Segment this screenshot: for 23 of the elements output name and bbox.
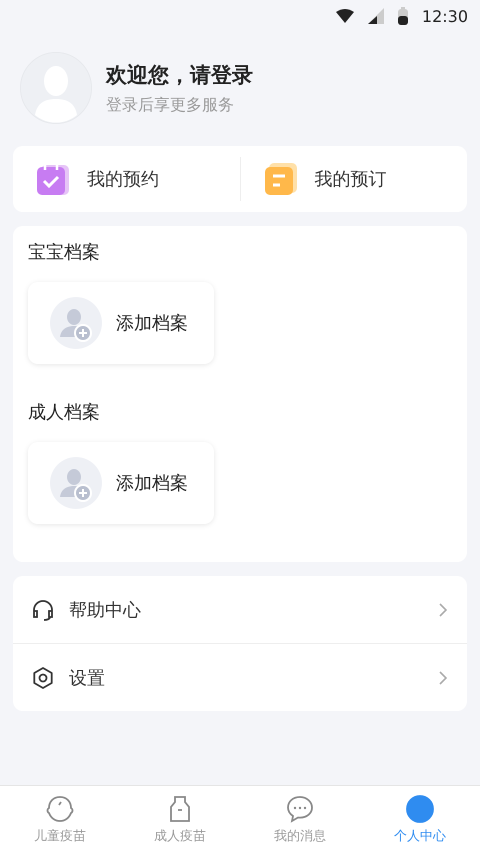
shortcut-link[interactable]: 我的预订 [314,167,386,191]
login-prompt[interactable]: 欢迎您，请登录 [106,60,253,88]
menu-item[interactable]: 帮助中心 [69,598,425,622]
login-hint: 登录后享更多服务 [106,94,235,116]
chat-bubble-icon [285,794,315,824]
battery-icon [398,7,408,25]
chevron-icon [439,670,447,684]
add-person-icon [50,297,102,349]
headset-icon [31,598,55,622]
menu-item[interactable]: 设置 [69,666,425,690]
chevron-icon [439,602,447,616]
clock-time: 12:30 [422,6,468,26]
add-person-icon [50,457,102,509]
add-profile-button[interactable]: 添加档案 [28,282,214,364]
section-title: 宝宝档案 [28,241,101,264]
baby-head-icon [45,794,75,824]
document-icon [262,161,298,197]
signal-icon [368,8,384,24]
settings-icon [31,666,55,690]
shortcut-link[interactable]: 我的预约 [87,167,159,191]
add-profile-button[interactable]: 添加档案 [28,442,214,524]
section-title: 成人档案 [28,401,101,424]
wifi-icon [336,9,354,23]
